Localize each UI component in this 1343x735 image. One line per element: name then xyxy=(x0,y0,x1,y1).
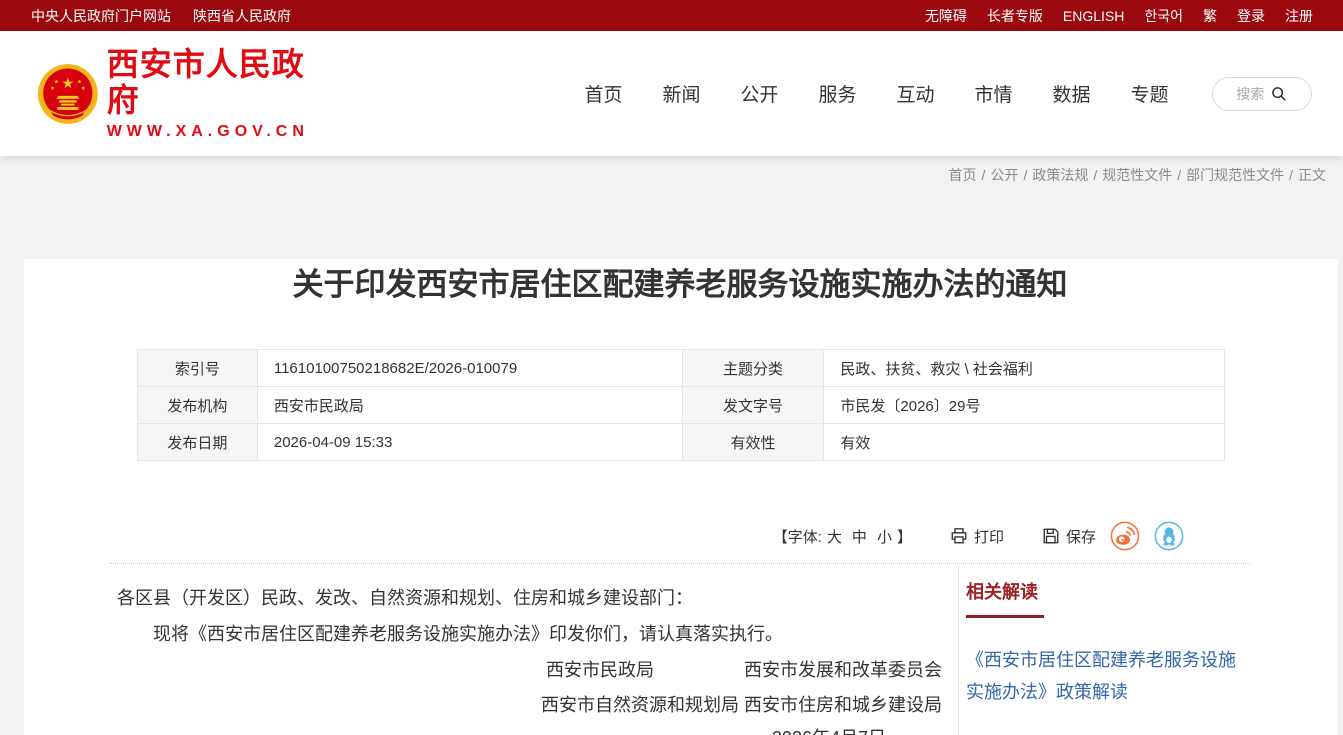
font-size-small-button[interactable]: 小 xyxy=(877,526,892,547)
breadcrumb-separator: / xyxy=(982,167,986,183)
breadcrumb-separator: / xyxy=(1023,167,1027,183)
meta-row: 发布日期 2026-04-09 15:33 有效性 有效 xyxy=(138,424,1225,461)
national-emblem-icon: ★ ★ ★ ★ ★ xyxy=(37,62,99,126)
meta-value-publish-date: 2026-04-09 15:33 xyxy=(257,424,682,461)
font-size-control: 【字体: 大 中 小 】 xyxy=(773,526,912,547)
print-button[interactable]: 打印 xyxy=(950,526,1004,547)
top-bar-right-links: 无障碍 长者专版 ENGLISH 한국어 繁 登录 注册 xyxy=(905,6,1313,26)
meta-label-issuer: 发布机构 xyxy=(138,387,258,424)
breadcrumb-dept-normative-docs[interactable]: 部门规范性文件 xyxy=(1186,165,1284,185)
font-size-label: 【字体: xyxy=(773,526,822,547)
printer-icon xyxy=(950,527,968,545)
link-shaanxi-gov[interactable]: 陕西省人民政府 xyxy=(193,6,291,26)
font-size-large-button[interactable]: 大 xyxy=(827,526,842,547)
meta-value-validity: 有效 xyxy=(824,424,1225,461)
breadcrumb-separator: / xyxy=(1289,167,1293,183)
nav-disclosure[interactable]: 公开 xyxy=(740,80,778,107)
search-label: 搜索 xyxy=(1236,84,1264,104)
breadcrumb-separator: / xyxy=(1093,167,1097,183)
save-label: 保存 xyxy=(1066,526,1096,547)
breadcrumb: 首页 / 公开 / 政策法规 / 规范性文件 / 部门规范性文件 / 正文 xyxy=(0,156,1343,193)
related-reading-title-underline xyxy=(966,615,1044,618)
link-register[interactable]: 注册 xyxy=(1285,6,1313,26)
save-button[interactable]: 保存 xyxy=(1042,526,1096,547)
link-korean[interactable]: 한국어 xyxy=(1144,6,1183,26)
svg-text:★: ★ xyxy=(61,76,74,92)
related-reading-panel: 相关解读 《西安市居住区配建养老服务设施实施办法》政策解读 xyxy=(958,564,1250,735)
article-toolbar: 【字体: 大 中 小 】 打印 保存 xyxy=(110,521,1250,564)
meta-row: 索引号 11610100750218682E/2026-010079 主题分类 … xyxy=(138,350,1225,387)
nav-city-info[interactable]: 市情 xyxy=(975,80,1013,107)
site-name: 西安市人民政府 xyxy=(107,46,330,118)
signature-date: 2026年4月7日 xyxy=(117,722,958,735)
site-header: ★ ★ ★ ★ ★ 西安市人民政府 WWW.XA.GOV.CN 首页 新闻 公开… xyxy=(0,31,1343,156)
share-qq-icon[interactable] xyxy=(1154,521,1184,551)
link-english[interactable]: ENGLISH xyxy=(1063,8,1124,24)
svg-text:★: ★ xyxy=(50,85,55,92)
nav-topics[interactable]: 专题 xyxy=(1131,80,1169,107)
document-meta-table: 索引号 11610100750218682E/2026-010079 主题分类 … xyxy=(137,349,1225,461)
nav-interaction[interactable]: 互动 xyxy=(897,80,935,107)
article-body: 各区县（开发区）民政、发改、自然资源和规划、住房和城乡建设部门： 现将《西安市居… xyxy=(110,564,958,735)
site-url: WWW.XA.GOV.CN xyxy=(107,123,330,141)
nav-news[interactable]: 新闻 xyxy=(662,80,700,107)
svg-text:★: ★ xyxy=(77,78,82,85)
meta-value-doc-number: 市民发〔2026〕29号 xyxy=(824,387,1225,424)
share-weibo-icon[interactable] xyxy=(1110,521,1140,551)
meta-label-doc-number: 发文字号 xyxy=(682,387,824,424)
link-login[interactable]: 登录 xyxy=(1237,6,1265,26)
article-main-row: 各区县（开发区）民政、发改、自然资源和规划、住房和城乡建设部门： 现将《西安市居… xyxy=(110,564,1250,735)
breadcrumb-home[interactable]: 首页 xyxy=(949,165,977,185)
link-central-gov[interactable]: 中央人民政府门户网站 xyxy=(31,6,171,26)
print-label: 打印 xyxy=(974,526,1004,547)
nav-services[interactable]: 服务 xyxy=(818,80,856,107)
meta-row: 发布机构 西安市民政局 发文字号 市民发〔2026〕29号 xyxy=(138,387,1225,424)
nav-home[interactable]: 首页 xyxy=(584,80,622,107)
meta-label-topic: 主题分类 xyxy=(682,350,824,387)
breadcrumb-separator: / xyxy=(1177,167,1181,183)
signature-line-2: 西安市自然资源和规划局 西安市住房和城乡建设局 xyxy=(117,689,958,722)
breadcrumb-normative-docs[interactable]: 规范性文件 xyxy=(1102,165,1172,185)
meta-value-topic: 民政、扶贫、救灾 \ 社会福利 xyxy=(824,350,1225,387)
meta-label-index-no: 索引号 xyxy=(138,350,258,387)
link-traditional-chinese[interactable]: 繁 xyxy=(1203,6,1217,26)
document-title: 关于印发西安市居住区配建养老服务设施实施办法的通知 xyxy=(110,259,1250,304)
related-reading-title: 相关解读 xyxy=(966,578,1250,604)
nav-data[interactable]: 数据 xyxy=(1053,80,1091,107)
link-senior-version[interactable]: 长者专版 xyxy=(987,6,1043,26)
meta-label-validity: 有效性 xyxy=(682,424,824,461)
related-reading-link[interactable]: 《西安市居住区配建养老服务设施实施办法》政策解读 xyxy=(966,644,1244,708)
search-icon xyxy=(1270,85,1287,102)
link-accessibility[interactable]: 无障碍 xyxy=(925,6,967,26)
meta-label-publish-date: 发布日期 xyxy=(138,424,258,461)
site-title-block: 西安市人民政府 WWW.XA.GOV.CN xyxy=(107,46,330,141)
document-card: 关于印发西安市居住区配建养老服务设施实施办法的通知 索引号 1161010075… xyxy=(24,259,1338,735)
main-nav: 首页 新闻 公开 服务 互动 市情 数据 专题 xyxy=(564,80,1188,107)
top-gov-bar: 中央人民政府门户网站 陕西省人民政府 无障碍 长者专版 ENGLISH 한국어 … xyxy=(0,0,1343,31)
save-icon xyxy=(1042,527,1060,545)
article-salutation: 各区县（开发区）民政、发改、自然资源和规划、住房和城乡建设部门： xyxy=(117,580,958,616)
svg-text:★: ★ xyxy=(81,85,86,92)
font-size-label-end: 】 xyxy=(897,526,912,547)
svg-text:★: ★ xyxy=(54,78,59,85)
breadcrumb-disclosure[interactable]: 公开 xyxy=(990,165,1018,185)
search-box[interactable]: 搜索 xyxy=(1212,77,1312,111)
signature-line-1: 西安市民政局 西安市发展和改革委员会 xyxy=(117,654,958,687)
top-bar-left-links: 中央人民政府门户网站 陕西省人民政府 xyxy=(31,6,313,26)
font-size-medium-button[interactable]: 中 xyxy=(852,526,867,547)
meta-value-index-no: 11610100750218682E/2026-010079 xyxy=(257,350,682,387)
breadcrumb-current: 正文 xyxy=(1298,165,1326,185)
breadcrumb-policy[interactable]: 政策法规 xyxy=(1032,165,1088,185)
site-logo[interactable]: ★ ★ ★ ★ ★ 西安市人民政府 WWW.XA.GOV.CN xyxy=(37,46,329,141)
article-paragraph: 现将《西安市居住区配建养老服务设施实施办法》印发你们，请认真落实执行。 xyxy=(117,616,958,652)
meta-value-issuer: 西安市民政局 xyxy=(257,387,682,424)
